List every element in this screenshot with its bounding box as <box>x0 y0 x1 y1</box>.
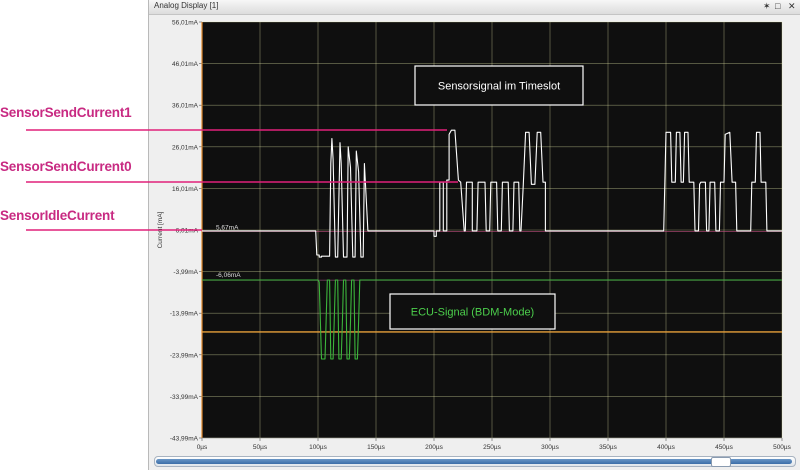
x-tick-label: 100µs <box>309 444 328 451</box>
analog-chart: 0µs 50µs 100µs 150µs 200µs 250µs 300µs 350µs 400… <box>26 20 792 451</box>
y-tick-label: 16,01mA <box>172 186 199 193</box>
x-tick-label: 150µs <box>367 444 386 451</box>
x-tick-label: 350µs <box>599 444 618 451</box>
y-tick-label: 36,01mA <box>172 103 199 110</box>
y-tick-label: -43,99mA <box>170 436 199 443</box>
x-tick-label: 450µs <box>715 444 734 451</box>
x-tick-label: 200µs <box>425 444 444 451</box>
x-tick-label: 500µs <box>773 444 792 451</box>
sensor-annotation-text: Sensorsignal im Timeslot <box>438 81 560 93</box>
x-tick-label: 400µs <box>657 444 676 451</box>
y-tick-label: -13,99mA <box>170 311 199 318</box>
y-tick-label: -3,99mA <box>173 269 198 276</box>
y-tick-label: 6,01mA <box>176 228 199 235</box>
y-axis-label: Current [mA] <box>157 211 164 248</box>
y-tick-label: -23,99mA <box>170 352 199 359</box>
y-tick-label: 46,01mA <box>172 61 199 68</box>
y-tick-label: 26,01mA <box>172 144 199 151</box>
x-tick-label: 250µs <box>483 444 502 451</box>
marker-ecu-value: -6,06mA <box>216 272 241 279</box>
x-tick-label: 300µs <box>541 444 560 451</box>
y-tick-label: -33,99mA <box>170 394 199 401</box>
ecu-annotation-text: ECU-Signal (BDM-Mode) <box>411 307 534 319</box>
marker-sensor-value: 5,67mA <box>216 224 239 231</box>
y-tick-label: 56,01mA <box>172 20 199 27</box>
x-tick-label: 0µs <box>197 444 208 451</box>
x-tick-label: 50µs <box>253 444 268 451</box>
